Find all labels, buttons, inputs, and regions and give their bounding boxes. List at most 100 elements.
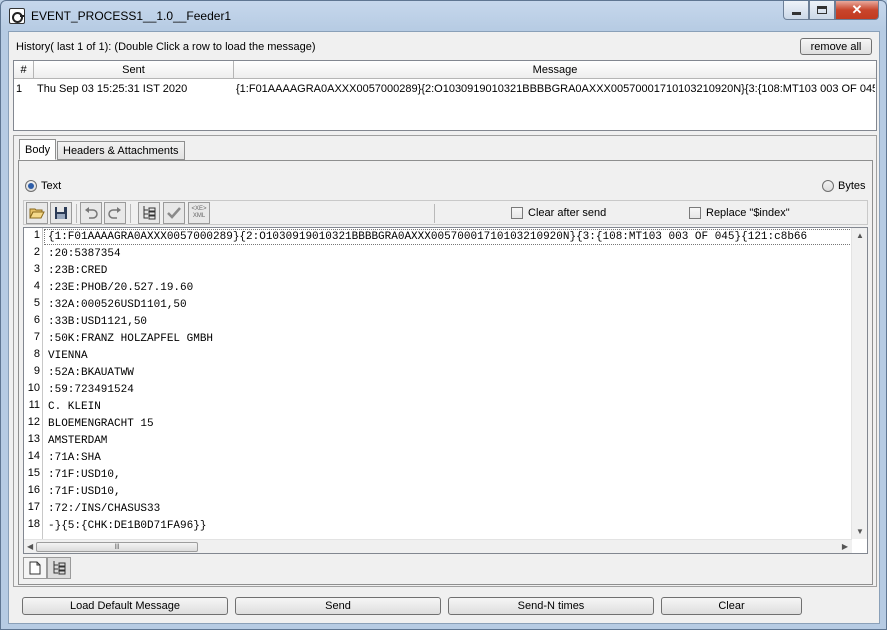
checkmark-icon bbox=[167, 207, 181, 219]
message-panel: Body Headers & Attachments Text Bytes <X… bbox=[13, 135, 877, 587]
bytes-radio-button[interactable] bbox=[822, 180, 834, 192]
load-default-message-button[interactable]: Load Default Message bbox=[22, 597, 228, 615]
code-line: :20:5387354 bbox=[48, 248, 121, 260]
code-line: -}{5:{CHK:DE1B0D71FA96}} bbox=[48, 520, 207, 532]
validate-button[interactable] bbox=[163, 202, 185, 224]
code-line: {1:F01AAAAGRA0AXXX0057000289}{2:O1030919… bbox=[48, 231, 808, 243]
replace-index-checkbox[interactable] bbox=[689, 207, 701, 219]
code-line: :50K:FRANZ HOLZAPFEL GMBH bbox=[48, 333, 214, 345]
tab-body[interactable]: Body bbox=[19, 139, 57, 160]
editor-toolbar: <XE> XML Clear after send Replace "$inde… bbox=[23, 200, 868, 225]
clear-after-send-option[interactable]: Clear after send bbox=[511, 207, 606, 219]
body-tab-content: Text Bytes <XE> XML Clear after send Rep… bbox=[18, 160, 873, 585]
send-button[interactable]: Send bbox=[235, 597, 441, 615]
toolbar-separator bbox=[434, 204, 435, 223]
code-line: BLOEMENGRACHT 15 bbox=[48, 418, 154, 430]
bytes-radio[interactable]: Bytes bbox=[822, 180, 866, 192]
line-number: 1 bbox=[33, 229, 40, 241]
title-bar[interactable]: EVENT_PROCESS1__1.0__Feeder1 ✕ bbox=[1, 1, 886, 31]
scroll-up-icon[interactable]: ▲ bbox=[856, 231, 864, 240]
code-line: :71F:USD10, bbox=[48, 469, 121, 481]
client-area: History( last 1 of 1): (Double Click a r… bbox=[8, 31, 880, 624]
line-number: 11 bbox=[28, 399, 40, 411]
line-number: 15 bbox=[27, 467, 40, 479]
save-button[interactable] bbox=[50, 202, 72, 224]
undo-button[interactable] bbox=[80, 202, 102, 224]
line-number: 2 bbox=[33, 246, 40, 258]
column-header-sent[interactable]: Sent bbox=[34, 61, 234, 79]
window-title: EVENT_PROCESS1__1.0__Feeder1 bbox=[31, 9, 232, 23]
code-line: :59:723491524 bbox=[48, 384, 134, 396]
remove-all-button[interactable]: remove all bbox=[800, 38, 872, 55]
code-line: :71A:SHA bbox=[48, 452, 101, 464]
code-line: C. KLEIN bbox=[48, 401, 101, 413]
replace-index-label: Replace "$index" bbox=[706, 207, 790, 219]
column-header-number[interactable]: # bbox=[14, 61, 34, 79]
app-window: EVENT_PROCESS1__1.0__Feeder1 ✕ History( … bbox=[0, 0, 887, 630]
view-tree-tab[interactable] bbox=[47, 557, 71, 579]
line-number: 7 bbox=[33, 331, 40, 343]
xml-icon: <XE> XML bbox=[191, 206, 207, 219]
scroll-down-icon[interactable]: ▼ bbox=[856, 527, 864, 536]
document-icon bbox=[29, 561, 41, 575]
history-label: History( last 1 of 1): (Double Click a r… bbox=[16, 41, 316, 53]
scroll-left-icon[interactable]: ◀ bbox=[27, 542, 33, 551]
message-editor[interactable]: 1 2 3 4 5 6 7 8 9 10 11 12 13 14 15 16 17 18 {1:F01AAAAGR… bbox=[23, 227, 868, 554]
code-line: VIENNA bbox=[48, 350, 88, 362]
code-line: :72:/INS/CHASUS33 bbox=[48, 503, 161, 515]
minimize-button[interactable] bbox=[783, 1, 809, 20]
code-line: :52A:BKAUATWW bbox=[48, 367, 134, 379]
line-number: 18 bbox=[27, 518, 40, 530]
scroll-grip: lll bbox=[114, 543, 120, 551]
clear-after-send-checkbox[interactable] bbox=[511, 207, 523, 219]
history-table: # Sent Message 1 Thu Sep 03 15:25:31 IST… bbox=[13, 60, 877, 131]
horizontal-scroll-thumb[interactable]: lll bbox=[36, 542, 198, 552]
close-button[interactable]: ✕ bbox=[835, 1, 879, 20]
xml-convert-button[interactable]: <XE> XML bbox=[188, 202, 210, 224]
line-number: 3 bbox=[33, 263, 40, 275]
toolbar-separator bbox=[130, 204, 131, 223]
toolbar-separator bbox=[76, 204, 77, 223]
vertical-scrollbar[interactable]: ▲ ▼ bbox=[851, 228, 867, 539]
redo-button[interactable] bbox=[104, 202, 126, 224]
line-number: 5 bbox=[33, 297, 40, 309]
code-line: :32A:000526USD1101,50 bbox=[48, 299, 187, 311]
line-number: 13 bbox=[27, 433, 40, 445]
code-line: AMSTERDAM bbox=[48, 435, 108, 447]
clear-after-send-label: Clear after send bbox=[528, 207, 607, 219]
minimize-icon bbox=[791, 11, 801, 15]
text-radio-button[interactable] bbox=[25, 180, 37, 192]
line-number: 12 bbox=[27, 416, 40, 428]
code-line: :23E:PHOB/20.527.19.60 bbox=[48, 282, 194, 294]
text-radio-label: Text bbox=[41, 180, 62, 192]
line-number: 6 bbox=[33, 314, 40, 326]
column-header-message[interactable]: Message bbox=[234, 61, 876, 79]
line-number: 4 bbox=[33, 280, 40, 292]
redo-icon bbox=[108, 207, 121, 219]
row-number: 1 bbox=[16, 82, 23, 95]
tree-view-button[interactable] bbox=[138, 202, 160, 224]
editor-text-area[interactable]: {1:F01AAAAGRA0AXXX0057000289}{2:O1030919… bbox=[44, 228, 852, 539]
replace-index-option[interactable]: Replace "$index" bbox=[689, 207, 790, 219]
row-sent: Thu Sep 03 15:25:31 IST 2020 bbox=[37, 82, 188, 95]
line-number-gutter: 1 2 3 4 5 6 7 8 9 10 11 12 13 14 15 16 17 18 bbox=[24, 228, 43, 539]
clear-button[interactable]: Clear bbox=[661, 597, 802, 615]
text-radio[interactable]: Text bbox=[25, 180, 61, 192]
view-text-tab[interactable] bbox=[23, 557, 47, 579]
line-number: 16 bbox=[27, 484, 40, 496]
line-number: 9 bbox=[33, 365, 40, 377]
maximize-icon bbox=[817, 6, 827, 14]
line-number: 8 bbox=[33, 348, 40, 360]
scroll-right-icon[interactable]: ▶ bbox=[842, 542, 848, 551]
undo-icon bbox=[85, 207, 98, 219]
horizontal-scrollbar[interactable]: ◀ lll ▶ bbox=[24, 539, 852, 553]
line-number: 17 bbox=[27, 501, 40, 513]
window-controls: ✕ bbox=[783, 1, 879, 21]
app-icon bbox=[9, 8, 25, 24]
maximize-button[interactable] bbox=[809, 1, 835, 20]
tab-headers-attachments[interactable]: Headers & Attachments bbox=[57, 141, 185, 160]
send-n-times-button[interactable]: Send-N times bbox=[448, 597, 654, 615]
code-line: :71F:USD10, bbox=[48, 486, 121, 498]
open-file-button[interactable] bbox=[26, 202, 48, 224]
row-message: {1:F01AAAAGRA0AXXX0057000289}{2:O1030919… bbox=[236, 82, 875, 95]
